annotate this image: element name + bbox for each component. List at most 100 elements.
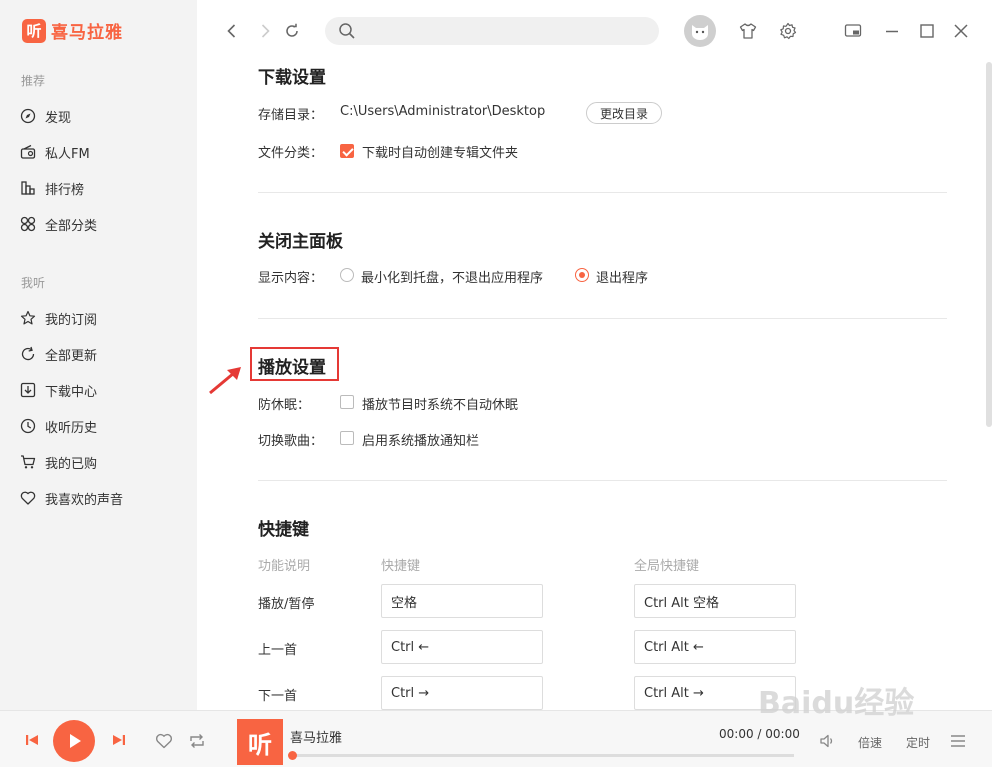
maximize-icon bbox=[920, 24, 934, 38]
switch-checkbox[interactable] bbox=[340, 431, 354, 445]
radio-minimize-tray[interactable] bbox=[340, 268, 354, 282]
heart-icon bbox=[20, 491, 36, 505]
sleep-label: 防休眠： bbox=[258, 398, 311, 413]
app-logo[interactable]: 听 喜马拉雅 bbox=[22, 18, 123, 43]
sidebar-item-label: 私人FM bbox=[45, 146, 90, 162]
back-button[interactable] bbox=[221, 20, 243, 42]
classify-label: 文件分类： bbox=[258, 146, 324, 161]
like-button[interactable] bbox=[154, 731, 174, 751]
timer-button[interactable]: 定时 bbox=[906, 734, 930, 751]
refresh-icon bbox=[286, 23, 298, 37]
close-button[interactable] bbox=[950, 20, 972, 42]
global-shortcut-input[interactable]: Ctrl Alt ← bbox=[634, 630, 796, 664]
settings-panel: 下载设置 存储目录： C:\Users\Administrator\Deskto… bbox=[197, 62, 992, 710]
sidebar-item-label: 我喜欢的声音 bbox=[45, 492, 124, 508]
search-input[interactable] bbox=[325, 17, 659, 45]
sidebar-item-discover[interactable]: 发现 bbox=[20, 105, 71, 127]
sidebar-item-label: 发现 bbox=[45, 110, 72, 126]
play-icon bbox=[70, 734, 81, 748]
sidebar-item-fm[interactable]: 私人FM bbox=[20, 141, 90, 163]
sidebar-item-subscriptions[interactable]: 我的订阅 bbox=[20, 307, 97, 329]
next-button[interactable] bbox=[111, 732, 127, 748]
top-bar bbox=[197, 0, 992, 62]
settings-button[interactable] bbox=[777, 20, 799, 42]
mini-mode-button[interactable] bbox=[842, 20, 864, 42]
chart-icon bbox=[21, 181, 35, 195]
section-title-download: 下载设置 bbox=[258, 68, 326, 88]
global-shortcut-input[interactable]: Ctrl Alt 空格 bbox=[634, 584, 796, 618]
sidebar-item-label: 我的已购 bbox=[45, 456, 98, 472]
grid-icon bbox=[20, 216, 36, 232]
playlist-icon bbox=[951, 735, 965, 747]
volume-button[interactable] bbox=[818, 732, 836, 750]
loop-button[interactable] bbox=[187, 731, 207, 751]
gear-icon bbox=[780, 22, 797, 40]
column-header-shortcut: 快捷键 bbox=[381, 559, 421, 574]
sidebar-item-label: 我的订阅 bbox=[45, 312, 98, 328]
skip-next-icon bbox=[113, 735, 125, 745]
section-listen: 我听 bbox=[21, 276, 46, 290]
star-icon bbox=[20, 310, 36, 325]
sidebar-item-downloads[interactable]: 下载中心 bbox=[20, 379, 97, 401]
minimize-button[interactable] bbox=[881, 20, 903, 42]
watermark: Baidu经验 bbox=[758, 686, 915, 721]
section-title-close-panel: 关闭主面板 bbox=[258, 232, 343, 252]
shortcut-key-input[interactable]: Ctrl → bbox=[381, 676, 543, 710]
repeat-icon bbox=[190, 734, 204, 748]
option-minimize-tray: 最小化到托盘，不退出应用程序 bbox=[361, 271, 544, 286]
shortcut-key-input[interactable]: Ctrl ← bbox=[381, 630, 543, 664]
maximize-button[interactable] bbox=[916, 20, 938, 42]
skip-previous-icon bbox=[26, 735, 38, 745]
sidebar-item-updates[interactable]: 全部更新 bbox=[20, 343, 97, 365]
forward-button[interactable] bbox=[254, 20, 276, 42]
heart-icon bbox=[155, 733, 173, 749]
display-label: 显示内容： bbox=[258, 271, 324, 286]
scrollbar[interactable] bbox=[986, 62, 992, 427]
playlist-button[interactable] bbox=[949, 732, 967, 750]
volume-icon bbox=[820, 734, 833, 748]
download-icon bbox=[20, 382, 36, 398]
radio-exit-program[interactable] bbox=[575, 268, 589, 282]
refresh-button[interactable] bbox=[281, 20, 303, 42]
previous-button[interactable] bbox=[24, 732, 40, 748]
cart-icon bbox=[21, 455, 36, 469]
compass-icon bbox=[20, 108, 36, 124]
sidebar: 听 喜马拉雅 推荐 发现 私人FM 排行榜 全部分类 我听 我的订阅 全部更新 bbox=[0, 0, 197, 710]
close-icon bbox=[954, 24, 968, 38]
album-cover[interactable]: 听 bbox=[237, 719, 283, 765]
sidebar-item-label: 收听历史 bbox=[45, 420, 98, 436]
progress-handle[interactable] bbox=[288, 751, 297, 760]
track-title: 喜马拉雅 bbox=[290, 731, 343, 746]
progress-bar[interactable] bbox=[288, 751, 794, 760]
avatar[interactable] bbox=[684, 15, 716, 47]
sidebar-item-label: 全部更新 bbox=[45, 348, 98, 364]
sidebar-item-categories[interactable]: 全部分类 bbox=[20, 213, 97, 235]
section-recommend: 推荐 bbox=[21, 74, 46, 88]
shortcut-function-label: 上一首 bbox=[258, 643, 298, 658]
skin-button[interactable] bbox=[737, 20, 759, 42]
speed-button[interactable]: 倍速 bbox=[858, 734, 882, 751]
change-directory-button[interactable]: 更改目录 bbox=[586, 102, 662, 124]
minimize-icon bbox=[886, 30, 898, 33]
storage-path: C:\Users\Administrator\Desktop bbox=[340, 104, 546, 119]
cat-avatar-icon bbox=[692, 25, 708, 40]
sidebar-item-liked[interactable]: 我喜欢的声音 bbox=[20, 487, 123, 509]
shirt-icon bbox=[739, 23, 757, 39]
sidebar-item-ranking[interactable]: 排行榜 bbox=[20, 177, 84, 199]
radio-icon bbox=[20, 144, 36, 159]
section-title-shortcuts: 快捷键 bbox=[258, 520, 309, 540]
divider bbox=[258, 192, 947, 193]
storage-label: 存储目录： bbox=[258, 108, 324, 123]
sidebar-item-label: 全部分类 bbox=[45, 218, 98, 234]
sidebar-item-purchased[interactable]: 我的已购 bbox=[20, 451, 97, 473]
option-exit-program: 退出程序 bbox=[596, 271, 649, 286]
sidebar-item-history[interactable]: 收听历史 bbox=[20, 415, 97, 437]
play-button[interactable] bbox=[53, 720, 95, 762]
shortcut-key-input[interactable]: 空格 bbox=[381, 584, 543, 618]
red-arrow-icon bbox=[209, 367, 241, 395]
search-icon bbox=[339, 23, 355, 39]
classify-checkbox[interactable] bbox=[340, 144, 354, 158]
play-time: 00:00 / 00:00 bbox=[719, 727, 800, 741]
divider bbox=[258, 480, 947, 481]
sleep-checkbox[interactable] bbox=[340, 395, 354, 409]
